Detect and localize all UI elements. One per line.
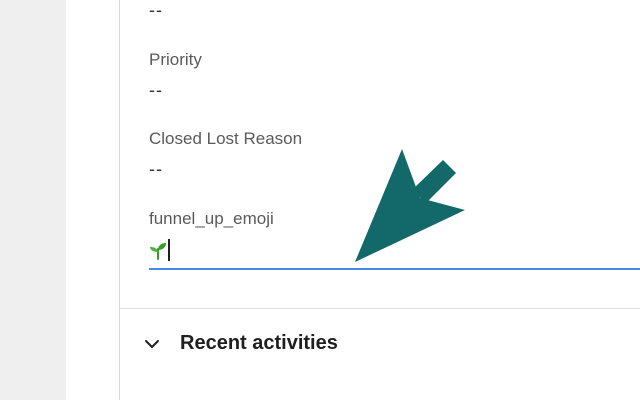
field-value-priority[interactable]: -- [149,80,163,101]
field-value-top: -- [149,0,163,20]
left-gutter [0,0,66,400]
content-margin [66,0,119,400]
pointer-arrow-icon [355,149,465,262]
chevron-down-icon[interactable] [142,334,162,354]
text-caret [168,239,170,261]
section-title: Recent activities [180,332,338,354]
seedling-icon [150,243,166,260]
field-label-funnel-up-emoji: funnel_up_emoji [149,209,274,228]
field-label-closed-lost-reason: Closed Lost Reason [149,129,303,148]
section-divider [120,308,640,309]
recent-activities-header[interactable]: Recent activities [142,332,338,355]
field-label-priority: Priority [149,50,202,69]
page: -- Priority -- Closed Lost Reason -- fun… [0,0,640,400]
field-value-closed-lost-reason[interactable]: -- [149,159,163,180]
